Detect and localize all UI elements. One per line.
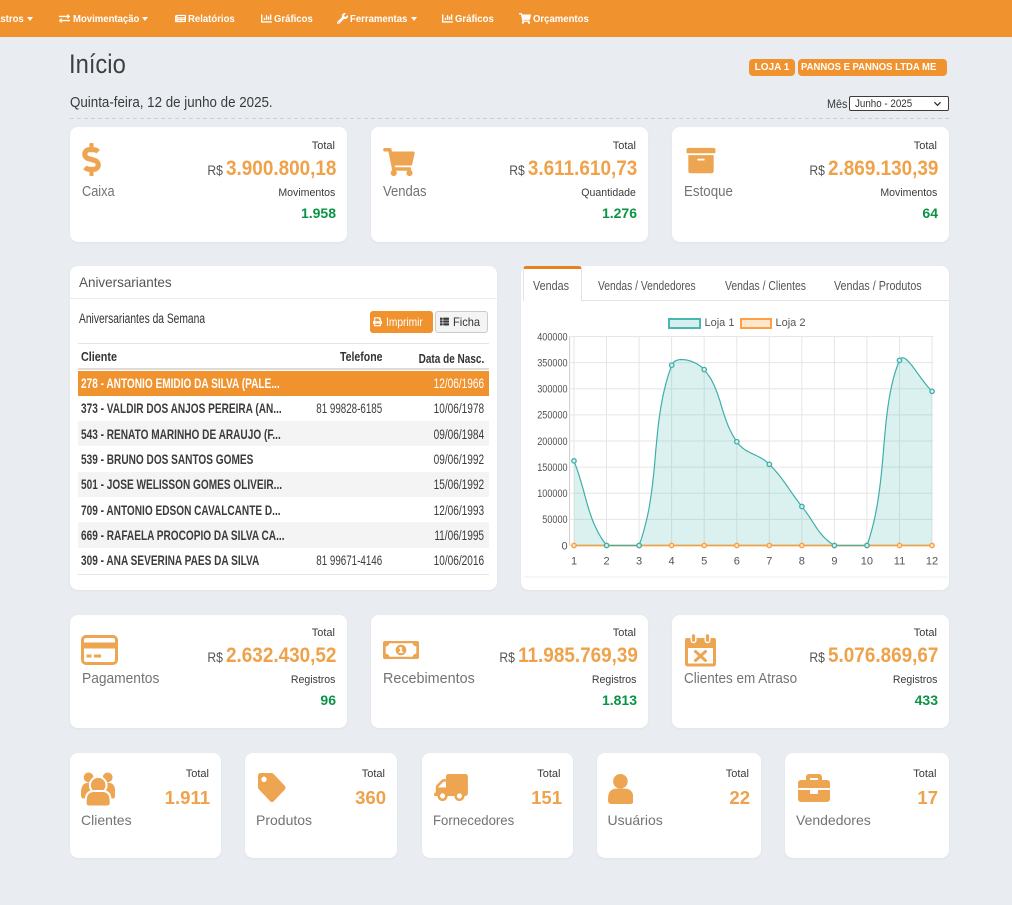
svg-text:12: 12: [925, 556, 937, 568]
svg-text:50000: 50000: [542, 514, 567, 526]
svg-text:3: 3: [636, 556, 642, 568]
svg-text:250000: 250000: [537, 410, 567, 422]
svg-text:7: 7: [766, 556, 772, 568]
svg-text:5: 5: [701, 556, 707, 568]
svg-text:6: 6: [733, 556, 739, 568]
svg-text:100000: 100000: [537, 488, 567, 500]
svg-text:150000: 150000: [537, 462, 567, 474]
svg-text:8: 8: [798, 556, 804, 568]
svg-text:200000: 200000: [537, 436, 567, 448]
svg-text:9: 9: [831, 556, 837, 568]
svg-text:350000: 350000: [537, 357, 567, 369]
svg-text:10: 10: [860, 556, 872, 568]
svg-text:400000: 400000: [537, 331, 567, 343]
svg-text:0: 0: [561, 540, 567, 552]
svg-text:1: 1: [570, 556, 576, 568]
svg-text:4: 4: [668, 556, 674, 568]
svg-text:2: 2: [603, 556, 609, 568]
svg-text:11: 11: [893, 556, 904, 568]
svg-text:300000: 300000: [537, 384, 567, 396]
